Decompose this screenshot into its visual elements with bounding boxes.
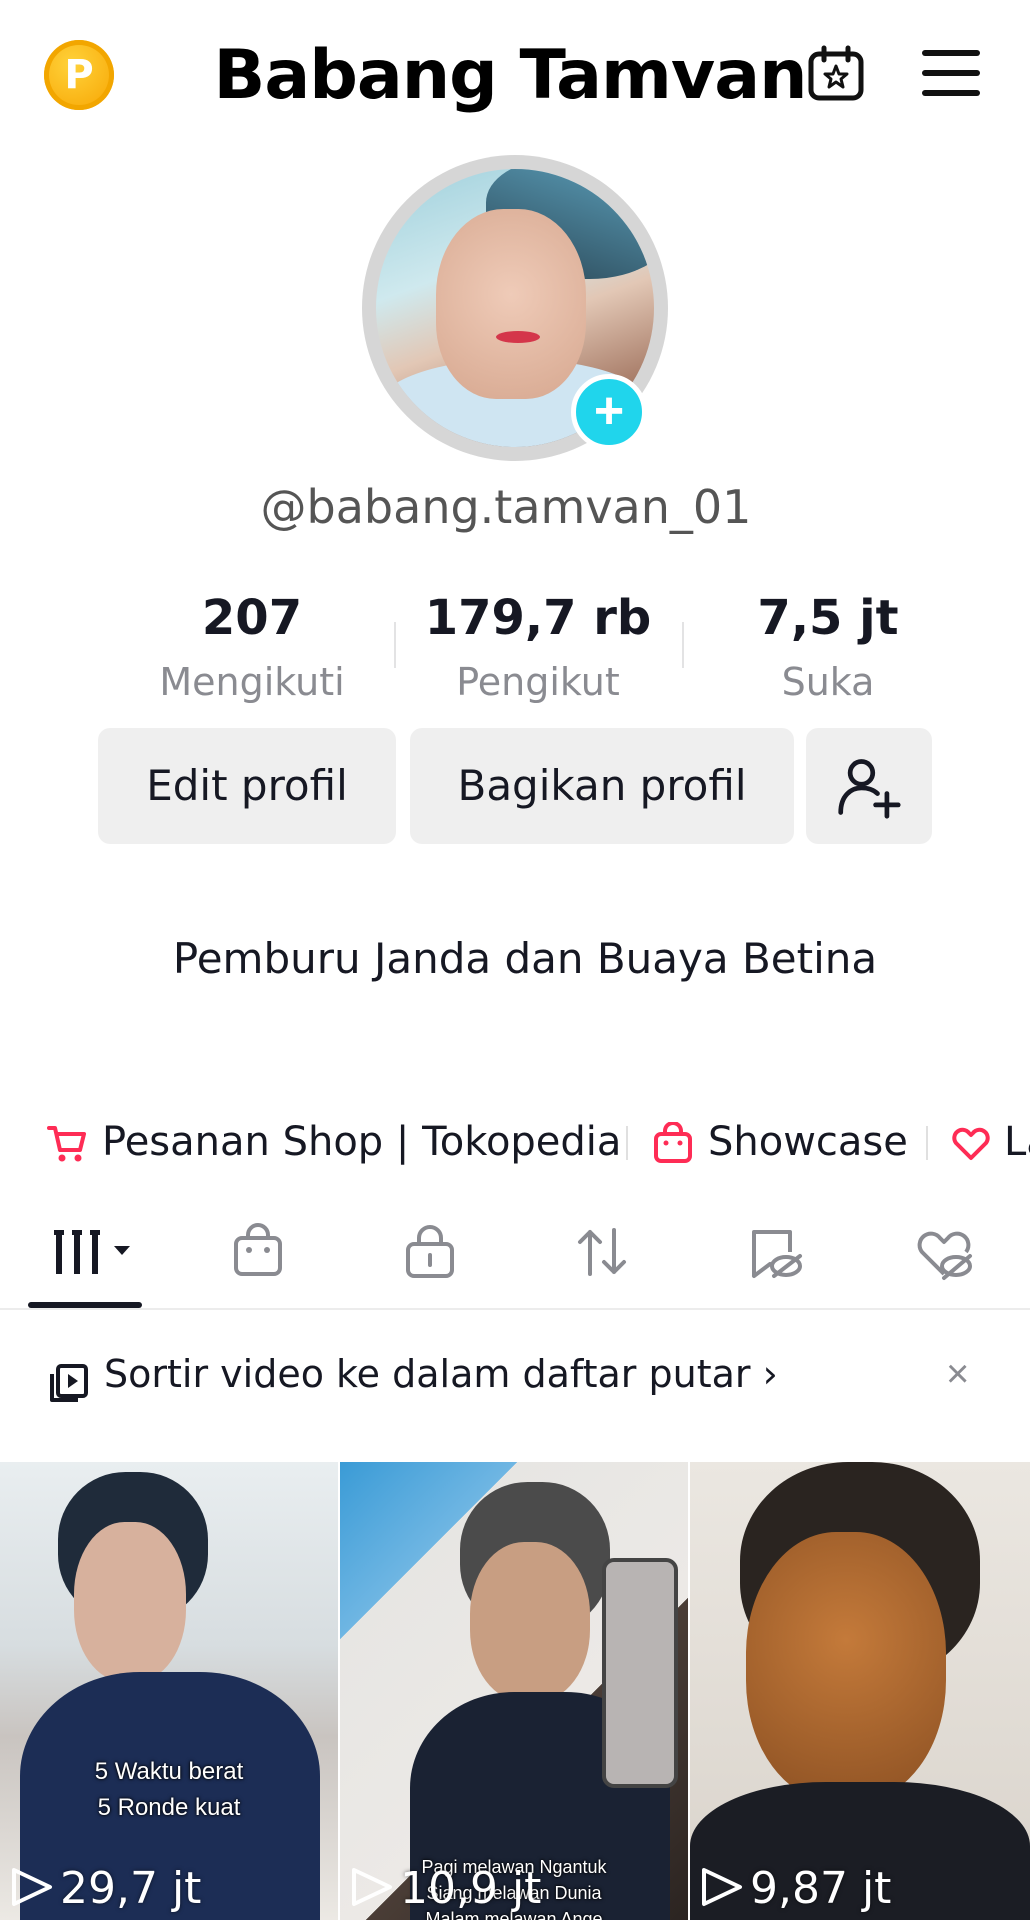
stat-following-label: Mengikuti [159,660,345,704]
playlist-banner-text: Sortir video ke dalam daftar putar › [104,1352,778,1396]
username: @babang.tamvan_01 [260,480,752,534]
hamburger-menu-icon[interactable] [922,50,980,98]
third-link[interactable]: La [1004,1112,1030,1172]
thumb-phone [602,1558,678,1788]
stat-following[interactable]: 207 Mengikuti [122,590,382,704]
thumb-figure-face [74,1522,186,1682]
stat-likes-value: 7,5 jt [757,590,899,646]
video-thumbnail[interactable]: 9,87 jt [690,1462,1030,1920]
play-count-icon [702,1868,742,1906]
video-views-count: 9,87 jt [750,1863,892,1914]
add-user-icon [838,759,901,819]
repost-tab-icon[interactable] [572,1222,632,1282]
playlist-icon [50,1364,88,1402]
shop-bag-tab-icon[interactable] [228,1222,288,1282]
link-separator [626,1126,628,1160]
video-caption: 5 Waktu berat 5 Ronde kuat [0,1754,338,1826]
stat-followers-label: Pengikut [456,660,620,704]
play-count-icon [352,1868,392,1906]
profile-title[interactable]: Babang Tamvan [200,36,820,115]
stat-likes[interactable]: 7,5 jt Suka [698,590,958,704]
add-friend-button[interactable] [806,728,932,844]
stat-likes-label: Suka [781,660,875,704]
showcase-link[interactable]: Showcase [708,1112,908,1172]
video-caption-line: 5 Ronde kuat [97,1794,241,1821]
stat-followers-value: 179,7 rb [424,590,652,646]
share-profile-button[interactable]: Bagikan profil [410,728,794,844]
playlist-banner[interactable]: Sortir video ke dalam daftar putar › × [0,1344,1030,1420]
video-views: 29,7 jt [10,1863,201,1914]
thumb-figure-face [746,1532,946,1802]
video-grid: 5 Waktu berat 5 Ronde kuat 29,7 jt Pagi … [0,1462,1030,1920]
points-coin-icon[interactable]: P [44,40,114,110]
link-separator [926,1126,928,1160]
stat-divider [394,622,396,668]
video-views: 10,9 jt [350,1863,541,1914]
profile-bio: Pemburu Janda dan Buaya Betina [172,934,878,983]
close-icon[interactable]: × [946,1354,978,1394]
shopping-cart-icon [47,1126,86,1162]
stat-followers[interactable]: 179,7 rb Pengikut [408,590,668,704]
chevron-right-icon: › [762,1352,778,1396]
private-lock-tab-icon[interactable] [400,1222,460,1282]
liked-hidden-tab-icon[interactable] [914,1222,974,1282]
points-coin-letter: P [64,52,94,98]
videos-grid-tab-icon[interactable] [54,1222,138,1282]
heart-link-icon [952,1127,990,1160]
top-bar: P Babang Tamvan [0,0,1030,150]
video-caption-line: 5 Waktu berat [94,1758,244,1785]
add-avatar-plus-icon[interactable]: + [571,374,647,450]
stat-divider [682,622,684,668]
profile-links-row: Pesanan Shop | Tokopedia Showcase La [0,1112,1030,1172]
avatar-face [436,209,586,399]
play-count-icon [12,1868,52,1906]
shopping-bag-icon [654,1122,692,1163]
playlist-banner-label: Sortir video ke dalam daftar putar [104,1352,751,1396]
shop-orders-link[interactable]: Pesanan Shop | Tokopedia [102,1112,621,1172]
edit-profile-button[interactable]: Edit profil [98,728,396,844]
favorites-hidden-tab-icon[interactable] [744,1222,804,1282]
video-thumbnail[interactable]: 5 Waktu berat 5 Ronde kuat 29,7 jt [0,1462,338,1920]
thumb-figure-face [470,1542,590,1702]
video-views-count: 29,7 jt [60,1863,202,1914]
avatar-lips [496,331,540,343]
profile-tabs [0,1212,1030,1310]
calendar-star-icon[interactable] [806,44,866,104]
active-tab-indicator [28,1302,142,1308]
video-views-count: 10,9 jt [400,1863,542,1914]
stat-following-value: 207 [201,590,303,646]
video-views: 9,87 jt [700,1863,891,1914]
video-thumbnail[interactable]: Pagi melawan Ngantuk Siang melawan Dunia… [340,1462,688,1920]
